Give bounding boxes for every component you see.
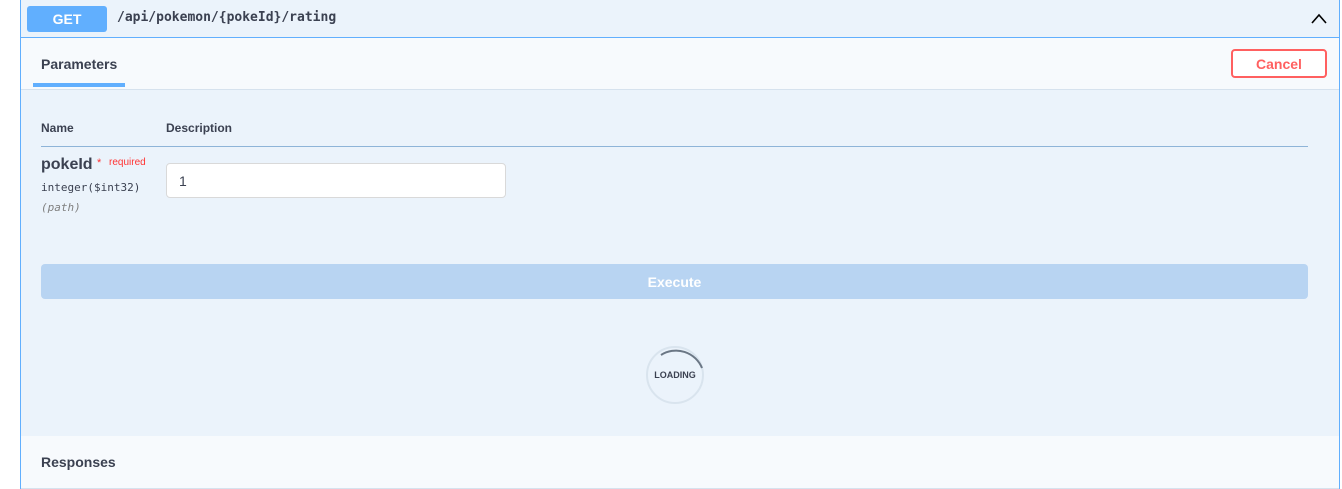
loading-spinner: LOADING [646, 346, 704, 404]
execute-button[interactable]: Execute [41, 264, 1308, 299]
responses-title: Responses [41, 454, 116, 470]
tab-parameters[interactable]: Parameters [41, 56, 117, 72]
pokeid-input[interactable] [166, 163, 506, 198]
chevron-up-icon [1311, 13, 1327, 24]
operation-block: GET /api/pokemon/{pokeId}/rating Paramet… [20, 0, 1340, 489]
endpoint-path: /api/pokemon/{pokeId}/rating [117, 10, 337, 25]
column-header-name: Name [41, 121, 74, 135]
collapse-button[interactable] [1309, 9, 1329, 29]
responses-section-header: Responses [21, 436, 1339, 489]
http-method-badge: GET [27, 6, 107, 32]
column-header-description: Description [166, 121, 233, 135]
cancel-button[interactable]: Cancel [1231, 49, 1327, 78]
parameter-type: integer($int32) [41, 181, 141, 194]
parameter-name: pokeId [41, 156, 93, 173]
required-star: * [97, 157, 102, 169]
operation-summary[interactable]: GET /api/pokemon/{pokeId}/rating [21, 0, 1339, 38]
parameters-section-header: Parameters Cancel [21, 38, 1339, 90]
parameter-location: (path) [41, 201, 81, 214]
table-divider [41, 146, 1308, 147]
loading-label: LOADING [654, 370, 696, 380]
required-label: required [109, 157, 146, 168]
tab-active-indicator [33, 83, 125, 87]
